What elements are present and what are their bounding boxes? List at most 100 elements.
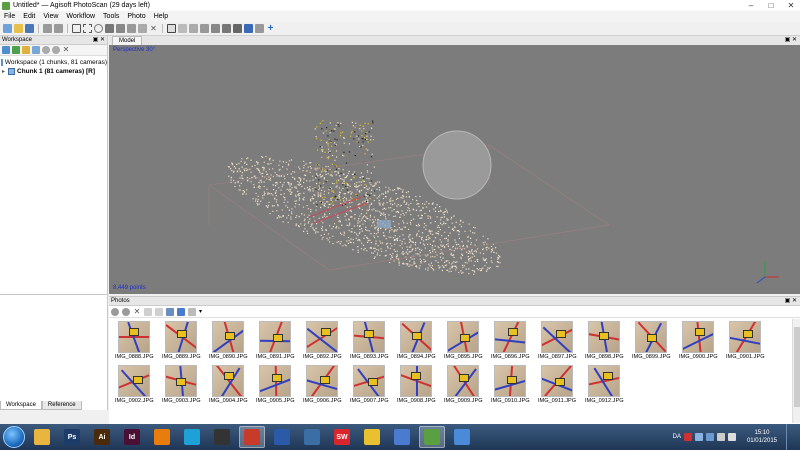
photo-thumbnail[interactable]: IMG_0898.JPG	[585, 321, 624, 360]
taskbar-photoshop-icon[interactable]: Ps	[59, 426, 85, 448]
rotate-icon[interactable]	[94, 24, 103, 33]
tab-workspace[interactable]: Workspace	[0, 401, 42, 410]
network-icon[interactable]	[716, 433, 725, 441]
undo-icon[interactable]	[43, 24, 52, 33]
photo-thumbnail[interactable]: IMG_0910.JPG	[491, 365, 530, 404]
menu-help[interactable]: Help	[150, 11, 172, 22]
photos-scrollbar[interactable]	[792, 319, 800, 423]
photo-thumbnail[interactable]: IMG_0904.JPG	[209, 365, 248, 404]
taskbar-app-cube-icon[interactable]	[299, 426, 325, 448]
taskbar-chrome-icon[interactable]	[359, 426, 385, 448]
taskbar-app-triangle-icon[interactable]	[179, 426, 205, 448]
tree-root[interactable]: Workspace (1 chunks, 81 cameras)	[0, 58, 107, 67]
menu-view[interactable]: View	[39, 11, 62, 22]
menu-photo[interactable]: Photo	[123, 11, 149, 22]
photo-thumbnail[interactable]: IMG_0889.JPG	[162, 321, 201, 360]
volume-icon[interactable]	[727, 433, 736, 441]
disable-cameras-icon[interactable]	[122, 307, 130, 316]
add-markers-icon[interactable]	[32, 46, 40, 54]
select-icon[interactable]	[72, 24, 81, 33]
hide-icon[interactable]	[244, 24, 253, 33]
photo-thumbnail[interactable]: IMG_0911.JPG	[538, 365, 576, 404]
tray-icon[interactable]	[705, 433, 714, 441]
taskbar-sketchup-icon[interactable]	[239, 426, 265, 448]
maximize-button[interactable]: □	[764, 1, 778, 10]
taskbar-indesign-icon[interactable]: Id	[119, 426, 145, 448]
menu-workflow[interactable]: Workflow	[62, 11, 99, 22]
photo-thumbnail[interactable]: IMG_0906.JPG	[303, 365, 342, 404]
details-icon[interactable]	[188, 307, 196, 316]
add-chunk-icon[interactable]	[2, 46, 10, 54]
menu-file[interactable]: File	[0, 11, 19, 22]
taskbar-virtualbox-icon[interactable]	[269, 426, 295, 448]
view-icon[interactable]	[167, 24, 176, 33]
show-icon[interactable]	[233, 24, 242, 33]
points-icon[interactable]	[178, 24, 187, 33]
panel-float-close-buttons[interactable]: ▣ ✕	[93, 36, 105, 45]
mask-icon[interactable]	[166, 307, 174, 316]
mesh-icon[interactable]	[200, 24, 209, 33]
dense-icon[interactable]	[189, 24, 198, 33]
photo-thumbnail[interactable]: IMG_0894.JPG	[397, 321, 436, 360]
menu-edit[interactable]: Edit	[19, 11, 39, 22]
photo-thumbnail[interactable]: IMG_0909.JPG	[444, 365, 483, 404]
tab-reference[interactable]: Reference	[41, 401, 82, 410]
remove-photos-icon[interactable]: ✕	[133, 307, 141, 316]
texture-icon[interactable]	[211, 24, 220, 33]
rotate-right-icon[interactable]	[155, 307, 163, 316]
crop-icon[interactable]	[127, 24, 136, 33]
enable-icon[interactable]	[42, 46, 50, 54]
panel-float-close-buttons[interactable]: ▣ ✕	[785, 297, 797, 306]
chevron-down-icon[interactable]: ▾	[199, 308, 207, 316]
add-photos-icon[interactable]	[12, 46, 20, 54]
rotate-left-icon[interactable]	[144, 307, 152, 316]
add-folder-icon[interactable]	[22, 46, 30, 54]
open-icon[interactable]	[14, 24, 23, 33]
photo-thumbnail[interactable]: IMG_0903.JPG	[162, 365, 201, 404]
photo-thumbnail[interactable]: IMG_0897.JPG	[538, 321, 577, 360]
photo-thumbnail[interactable]: IMG_0900.JPG	[679, 321, 718, 360]
photo-thumbnail[interactable]: IMG_0902.JPG	[115, 365, 154, 404]
photo-thumbnail[interactable]: IMG_0901.JPG	[726, 321, 765, 360]
photo-thumbnail[interactable]: IMG_0891.JPG	[256, 321, 295, 360]
align-icon[interactable]	[255, 24, 264, 33]
panel-float-close-buttons[interactable]: ▣ ✕	[785, 36, 797, 45]
taskbar-solidworks-icon[interactable]: SW	[329, 426, 355, 448]
photo-thumbnail[interactable]: IMG_0890.JPG	[209, 321, 248, 360]
photo-thumbnail[interactable]: IMG_0892.JPG	[303, 321, 342, 360]
move-icon[interactable]	[105, 24, 114, 33]
photo-thumbnail[interactable]: IMG_0896.JPG	[491, 321, 530, 360]
redo-icon[interactable]	[54, 24, 63, 33]
photo-thumbnail[interactable]: IMG_0912.JPG	[585, 365, 624, 404]
minimize-button[interactable]: –	[744, 1, 758, 10]
taskbar-settings-icon[interactable]	[389, 426, 415, 448]
disable-icon[interactable]	[52, 46, 60, 54]
save-icon[interactable]	[25, 24, 34, 33]
menu-tools[interactable]: Tools	[99, 11, 123, 22]
tray-icon[interactable]	[694, 433, 703, 441]
start-button[interactable]	[3, 426, 25, 448]
close-button[interactable]: ✕	[784, 1, 798, 10]
delete-icon[interactable]: ✕	[149, 24, 158, 33]
clock[interactable]: 15:10 01/01/2015	[747, 429, 777, 445]
enable-cameras-icon[interactable]	[111, 307, 119, 316]
photo-thumbnail[interactable]: IMG_0907.JPG	[350, 365, 389, 404]
photo-thumbnail[interactable]: IMG_0888.JPG	[115, 321, 154, 360]
plus-icon[interactable]: +	[266, 24, 275, 34]
photo-thumbnail[interactable]: IMG_0899.JPG	[632, 321, 671, 360]
taskbar-illustrator-icon[interactable]: Ai	[89, 426, 115, 448]
3d-viewport[interactable]: Perspective 30° 8,449 points	[109, 45, 800, 294]
taskbar-media-icon[interactable]	[449, 426, 475, 448]
taskbar-blender-icon[interactable]	[149, 426, 175, 448]
zoom-icon[interactable]	[83, 24, 92, 33]
tray-icon[interactable]	[683, 433, 692, 441]
photo-thumbnail[interactable]: IMG_0908.JPG	[397, 365, 436, 404]
taskbar-app-bird-icon[interactable]	[209, 426, 235, 448]
ruler-icon[interactable]	[138, 24, 147, 33]
tree-chunk[interactable]: ▸ Chunk 1 (81 cameras) [R]	[0, 67, 107, 76]
new-icon[interactable]	[3, 24, 12, 33]
remove-icon[interactable]: ✕	[62, 46, 70, 54]
language-indicator[interactable]: DA	[673, 434, 681, 440]
taskbar-photoscan-icon[interactable]	[419, 426, 445, 448]
photo-thumbnail[interactable]: IMG_0905.JPG	[256, 365, 295, 404]
